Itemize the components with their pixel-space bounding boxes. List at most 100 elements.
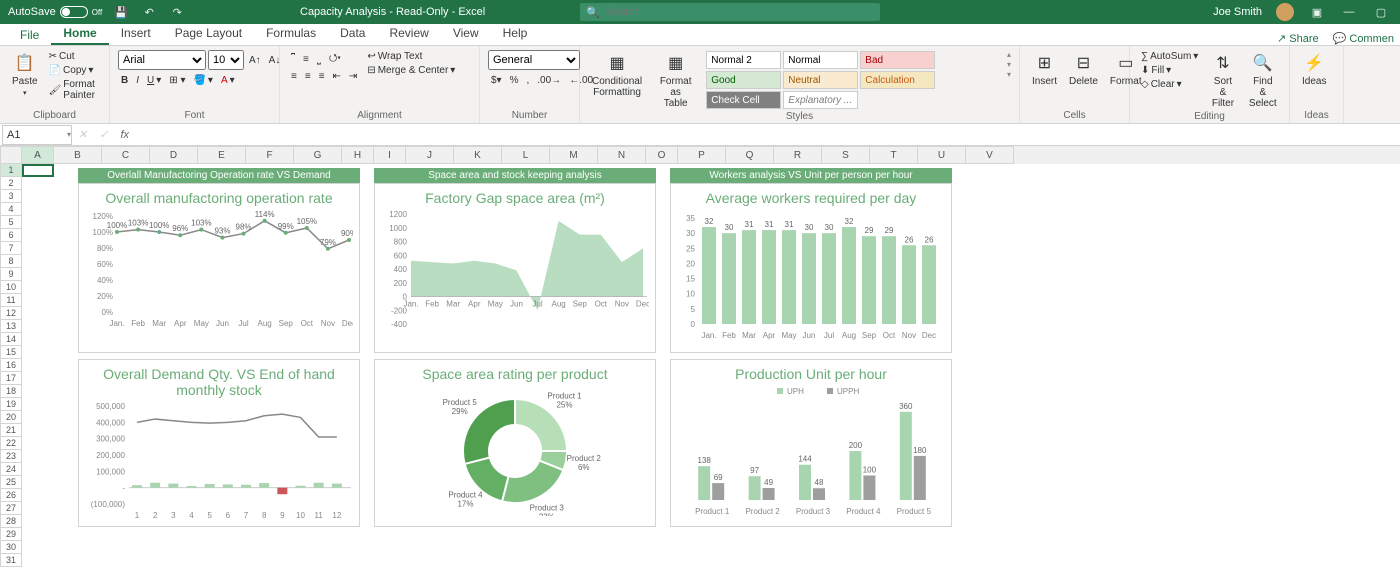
comma-format-button[interactable]: , <box>524 74 533 87</box>
col-header-M[interactable]: M <box>550 146 598 164</box>
select-all-corner[interactable] <box>0 146 22 164</box>
col-header-C[interactable]: C <box>102 146 150 164</box>
row-header-1[interactable]: 1 <box>0 164 22 177</box>
col-header-J[interactable]: J <box>406 146 454 164</box>
align-left-button[interactable]: ≡ <box>288 70 300 83</box>
row-header-14[interactable]: 14 <box>0 333 22 346</box>
italic-button[interactable]: I <box>133 74 142 87</box>
row-header-5[interactable]: 5 <box>0 216 22 229</box>
tab-view[interactable]: View <box>441 23 491 45</box>
col-header-B[interactable]: B <box>54 146 102 164</box>
row-header-7[interactable]: 7 <box>0 242 22 255</box>
row-header-30[interactable]: 30 <box>0 541 22 554</box>
fill-color-button[interactable]: 🪣▾ <box>190 74 215 87</box>
autosave-toggle[interactable]: AutoSave Off <box>8 6 102 18</box>
row-header-24[interactable]: 24 <box>0 463 22 476</box>
row-header-23[interactable]: 23 <box>0 450 22 463</box>
accounting-format-button[interactable]: $▾ <box>488 74 505 87</box>
wrap-text-button[interactable]: ↩Wrap Text <box>364 50 458 63</box>
cell-style-good[interactable]: Good <box>706 71 781 89</box>
undo-icon[interactable]: ↶ <box>140 3 158 21</box>
chart-workers[interactable]: Average workers required per day 0510152… <box>670 183 952 353</box>
comments-button[interactable]: 💬 Commen <box>1333 32 1394 45</box>
user-avatar-icon[interactable] <box>1276 3 1294 21</box>
col-header-R[interactable]: R <box>774 146 822 164</box>
chart-demand-stock[interactable]: Overall Demand Qty. VS End of hand month… <box>78 359 360 527</box>
minimize-icon[interactable]: — <box>1340 3 1358 21</box>
row-header-22[interactable]: 22 <box>0 437 22 450</box>
col-header-O[interactable]: O <box>646 146 678 164</box>
number-format-select[interactable]: General <box>488 50 580 70</box>
active-cell[interactable] <box>22 164 54 177</box>
increase-font-button[interactable]: A↑ <box>246 54 264 67</box>
col-header-D[interactable]: D <box>150 146 198 164</box>
insert-cells-button[interactable]: ⊞Insert <box>1028 50 1061 89</box>
cell-style-normal-2[interactable]: Normal 2 <box>706 51 781 69</box>
underline-button[interactable]: U ▾ <box>144 74 164 87</box>
col-header-N[interactable]: N <box>598 146 646 164</box>
col-header-A[interactable]: A <box>22 146 54 164</box>
increase-indent-button[interactable]: ⇥ <box>346 70 360 83</box>
row-header-18[interactable]: 18 <box>0 385 22 398</box>
user-name[interactable]: Joe Smith <box>1213 6 1262 18</box>
ribbon-display-icon[interactable]: ▣ <box>1308 3 1326 21</box>
styles-scroll-down[interactable]: ▾ <box>1007 60 1011 69</box>
name-box[interactable]: A1▾ <box>2 125 72 145</box>
cancel-icon[interactable]: ✕ <box>72 128 93 141</box>
col-header-H[interactable]: H <box>342 146 374 164</box>
search-box[interactable]: 🔍 <box>580 3 880 21</box>
save-icon[interactable]: 💾 <box>112 3 130 21</box>
cell-style-check-cell[interactable]: Check Cell <box>706 91 781 109</box>
row-header-29[interactable]: 29 <box>0 528 22 541</box>
font-size-select[interactable]: 10 <box>208 50 244 70</box>
copy-button[interactable]: 📄Copy ▾ <box>46 64 101 77</box>
row-header-16[interactable]: 16 <box>0 359 22 372</box>
col-header-E[interactable]: E <box>198 146 246 164</box>
row-header-17[interactable]: 17 <box>0 372 22 385</box>
paste-button[interactable]: 📋 Paste ▾ <box>8 50 42 99</box>
row-header-10[interactable]: 10 <box>0 281 22 294</box>
chart-uph[interactable]: Production Unit per hour UPHUPPH13869Pro… <box>670 359 952 527</box>
sort-filter-button[interactable]: ⇅Sort & Filter <box>1205 50 1240 111</box>
tab-data[interactable]: Data <box>328 23 377 45</box>
styles-more[interactable]: ▾ <box>1007 70 1011 79</box>
col-header-T[interactable]: T <box>870 146 918 164</box>
orientation-button[interactable]: ⭯▾ <box>326 50 344 69</box>
ideas-button[interactable]: ⚡Ideas <box>1298 50 1330 89</box>
row-header-8[interactable]: 8 <box>0 255 22 268</box>
share-button[interactable]: ↗ Share <box>1277 32 1319 45</box>
chart-operation-rate[interactable]: Overall manufactoring operation rate 0%2… <box>78 183 360 353</box>
font-name-select[interactable]: Arial <box>118 50 206 70</box>
row-header-4[interactable]: 4 <box>0 203 22 216</box>
format-painter-button[interactable]: 🖌Format Painter <box>46 78 101 102</box>
tab-insert[interactable]: Insert <box>109 23 163 45</box>
decrease-indent-button[interactable]: ⇤ <box>330 70 344 83</box>
row-header-28[interactable]: 28 <box>0 515 22 528</box>
tab-formulas[interactable]: Formulas <box>254 23 328 45</box>
align-right-button[interactable]: ≡ <box>316 70 328 83</box>
row-header-20[interactable]: 20 <box>0 411 22 424</box>
autosum-button[interactable]: ∑ AutoSum ▾ <box>1138 50 1201 63</box>
tab-page-layout[interactable]: Page Layout <box>163 23 254 45</box>
fill-button[interactable]: ⬇ Fill ▾ <box>1138 64 1201 77</box>
bold-button[interactable]: B <box>118 74 131 87</box>
merge-center-button[interactable]: ⊟Merge & Center ▾ <box>364 64 458 77</box>
format-as-table-button[interactable]: ▦Format as Table <box>650 50 701 111</box>
formula-input[interactable] <box>135 129 1400 141</box>
tab-file[interactable]: File <box>8 25 51 45</box>
align-top-button[interactable]: ⎴ <box>288 53 298 66</box>
row-header-31[interactable]: 31 <box>0 554 22 567</box>
row-header-11[interactable]: 11 <box>0 294 22 307</box>
cell-style-explanatory----[interactable]: Explanatory ... <box>783 91 858 109</box>
cut-button[interactable]: ✂Cut <box>46 50 101 63</box>
row-header-3[interactable]: 3 <box>0 190 22 203</box>
worksheet[interactable]: ABCDEFGHIJKLMNOPQRSTUV 12345678910111213… <box>0 146 1400 576</box>
col-header-I[interactable]: I <box>374 146 406 164</box>
maximize-icon[interactable]: ▢ <box>1372 3 1390 21</box>
cell-style-neutral[interactable]: Neutral <box>783 71 858 89</box>
col-header-L[interactable]: L <box>502 146 550 164</box>
border-button[interactable]: ⊞ ▾ <box>166 74 188 87</box>
enter-icon[interactable]: ✓ <box>93 128 114 141</box>
chart-space-rating[interactable]: Space area rating per product Product 12… <box>374 359 656 527</box>
search-input[interactable] <box>606 6 874 18</box>
